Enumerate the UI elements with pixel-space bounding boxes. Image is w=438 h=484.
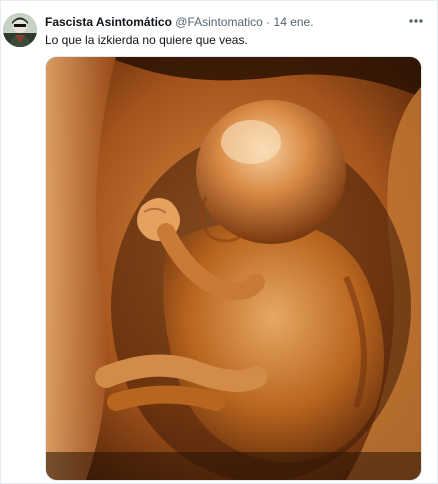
tweet-card[interactable]: Fascista Asintomático @FAsintomatico · 1… (0, 0, 438, 484)
avatar-image (3, 13, 37, 47)
author-handle[interactable]: @FAsintomatico (175, 15, 263, 29)
ultrasound-image (46, 57, 421, 480)
tweet-text: Lo que la izkierda no quiere que veas. (45, 33, 248, 47)
more-horizontal-icon (409, 19, 423, 23)
author-avatar[interactable] (3, 13, 37, 47)
author-name[interactable]: Fascista Asintomático (45, 15, 172, 29)
tweet-media[interactable] (45, 56, 422, 481)
more-options-button[interactable] (405, 11, 427, 31)
separator-dot: · (266, 15, 271, 29)
tweet-header: Fascista Asintomático @FAsintomatico · 1… (45, 14, 314, 30)
tweet-date[interactable]: 14 ene. (274, 15, 314, 29)
